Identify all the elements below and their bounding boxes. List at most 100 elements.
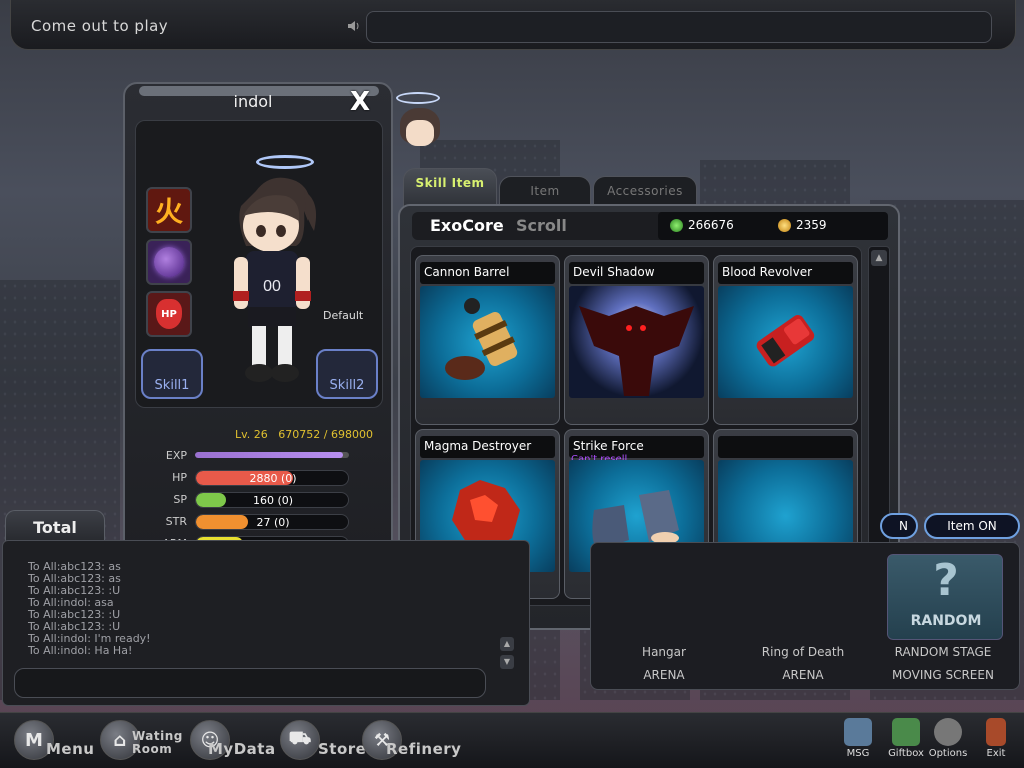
tab-skill-item[interactable]: Skill Item — [403, 168, 497, 206]
gold-coin-icon — [778, 219, 791, 232]
fire-icon: 火 — [154, 195, 183, 228]
cannon-barrel-image — [420, 286, 555, 398]
giftbox-icon — [892, 718, 920, 746]
tab-item[interactable]: Item — [499, 176, 591, 206]
exp-text: 670752 / 698000 — [278, 428, 373, 441]
character-avatar: 00 — [233, 177, 317, 382]
stage-mode-ring: ARENA — [782, 668, 824, 682]
options-button[interactable]: Options — [924, 718, 972, 766]
skill2-button[interactable]: Skill2 — [316, 349, 378, 399]
exp-row: EXP — [125, 446, 391, 466]
chat-line: To All:indol: Ha Ha! — [28, 644, 133, 657]
green-coin-icon — [670, 219, 683, 232]
currency-display: 266676 2359 — [658, 212, 888, 240]
stat-label: HP — [172, 471, 187, 484]
item-title: Blood Revolver — [718, 262, 853, 284]
menu-label: Menu — [46, 740, 95, 758]
stat-value: 27 (0) — [256, 516, 290, 529]
close-button[interactable]: X — [350, 87, 370, 117]
chat-scroll-up-icon[interactable]: ▲ — [500, 637, 514, 651]
item-on-button[interactable]: Item ON — [924, 513, 1020, 539]
item-tabs: Skill Item Item Accessories — [403, 168, 703, 208]
room-title: Come out to play — [31, 17, 169, 35]
item-card-devil-shadow[interactable]: Devil Shadow — [564, 255, 709, 425]
exp-label: EXP — [165, 449, 187, 462]
item-title: Magma Destroyer — [420, 436, 555, 458]
green-currency-value: 266676 — [688, 218, 734, 232]
fire-skill-slot[interactable]: 火 — [146, 187, 192, 233]
character-preview: 火 HP 00 Default Skill1 Skill2 — [135, 120, 383, 408]
waiting-room-label: Wating Room — [132, 729, 183, 756]
outfit-label: Default — [323, 309, 364, 322]
mydata-label: MyData — [208, 740, 276, 758]
stat-bar: 160 (0) — [195, 492, 349, 508]
exp-bar — [195, 452, 349, 458]
exit-door-icon — [986, 718, 1006, 746]
cart-icon: ⛟ — [280, 720, 320, 760]
partner-avatar — [392, 92, 452, 172]
mydata-button[interactable]: ☺ MyData — [190, 720, 276, 764]
stage-name-hangar: Hangar — [642, 645, 686, 659]
skill1-button[interactable]: Skill1 — [141, 349, 203, 399]
random-label: RANDOM — [910, 613, 982, 629]
stat-label: SP — [173, 493, 187, 506]
store-button[interactable]: ⛟ Store — [280, 720, 366, 764]
svg-text:00: 00 — [263, 278, 281, 295]
speaker-icon[interactable] — [346, 18, 362, 34]
subtab-scroll[interactable]: Scroll — [516, 216, 567, 235]
scroll-up-icon[interactable]: ▲ — [871, 250, 887, 266]
menu-button[interactable]: M Menu — [14, 720, 100, 764]
stat-label: STR — [165, 515, 187, 528]
announcement-box — [366, 11, 992, 43]
toggle-on-button[interactable]: N — [880, 513, 918, 539]
tab-accessories[interactable]: Accessories — [593, 176, 697, 206]
item-subheader: ExoCore Scroll 266676 2359 — [412, 212, 888, 240]
chat-tab-total[interactable]: Total — [5, 510, 105, 544]
stat-row-hp: HP 2880 (0) — [125, 468, 391, 488]
message-icon — [844, 718, 872, 746]
blood-revolver-image — [718, 286, 853, 398]
random-stage-card[interactable]: ? RANDOM — [887, 554, 1003, 640]
chat-scroll-down-icon[interactable]: ▼ — [500, 655, 514, 669]
stat-value: 2880 (0) — [249, 472, 297, 485]
stage-name-random: RANDOM STAGE — [894, 645, 992, 659]
top-bar: Come out to play — [10, 0, 1016, 50]
exp-bar-fill — [195, 452, 343, 458]
stage-mode-hangar: ARENA — [643, 668, 685, 682]
gear-icon — [934, 718, 962, 746]
devil-shadow-image — [569, 286, 704, 398]
level-exp-line: Lv. 26 670752 / 698000 — [235, 428, 373, 441]
msg-button[interactable]: MSG — [834, 718, 882, 766]
character-name: indol — [233, 92, 273, 111]
stat-row-sp: SP 160 (0) — [125, 490, 391, 510]
chat-input[interactable] — [14, 668, 486, 698]
item-title: Cannon Barrel — [420, 262, 555, 284]
gold-currency-value: 2359 — [796, 218, 827, 232]
waiting-room-button[interactable]: ⌂ Wating Room — [100, 720, 184, 764]
subtab-exocore[interactable]: ExoCore — [430, 216, 504, 235]
exit-label: Exit — [986, 748, 1006, 759]
stage-mode-random: MOVING SCREEN — [892, 668, 994, 682]
giftbox-button[interactable]: Giftbox — [882, 718, 930, 766]
item-title: Devil Shadow — [569, 262, 704, 284]
giftbox-label: Giftbox — [888, 748, 924, 759]
stage-name-ring: Ring of Death — [761, 645, 845, 659]
exit-button[interactable]: Exit — [972, 718, 1020, 766]
refinery-button[interactable]: ⚒ Refinery — [362, 720, 462, 764]
question-mark-icon: ? — [933, 555, 959, 606]
spike-orb-skill-slot[interactable] — [146, 239, 192, 285]
hp-potion-icon: HP — [156, 299, 182, 329]
spike-orb-icon — [154, 247, 184, 277]
store-label: Store — [318, 740, 367, 758]
level-text: Lv. 26 — [235, 428, 268, 441]
options-label: Options — [928, 748, 968, 759]
item-card-blood-revolver[interactable]: Blood Revolver — [713, 255, 858, 425]
item-card-cannon-barrel[interactable]: Cannon Barrel — [415, 255, 560, 425]
item-title — [718, 436, 853, 458]
hp-potion-slot[interactable]: HP — [146, 291, 192, 337]
stat-row-str: STR 27 (0) — [125, 512, 391, 532]
msg-label: MSG — [846, 748, 870, 759]
refinery-label: Refinery — [386, 740, 462, 758]
stat-bar: 2880 (0) — [195, 470, 349, 486]
stat-value: 160 (0) — [252, 494, 294, 507]
